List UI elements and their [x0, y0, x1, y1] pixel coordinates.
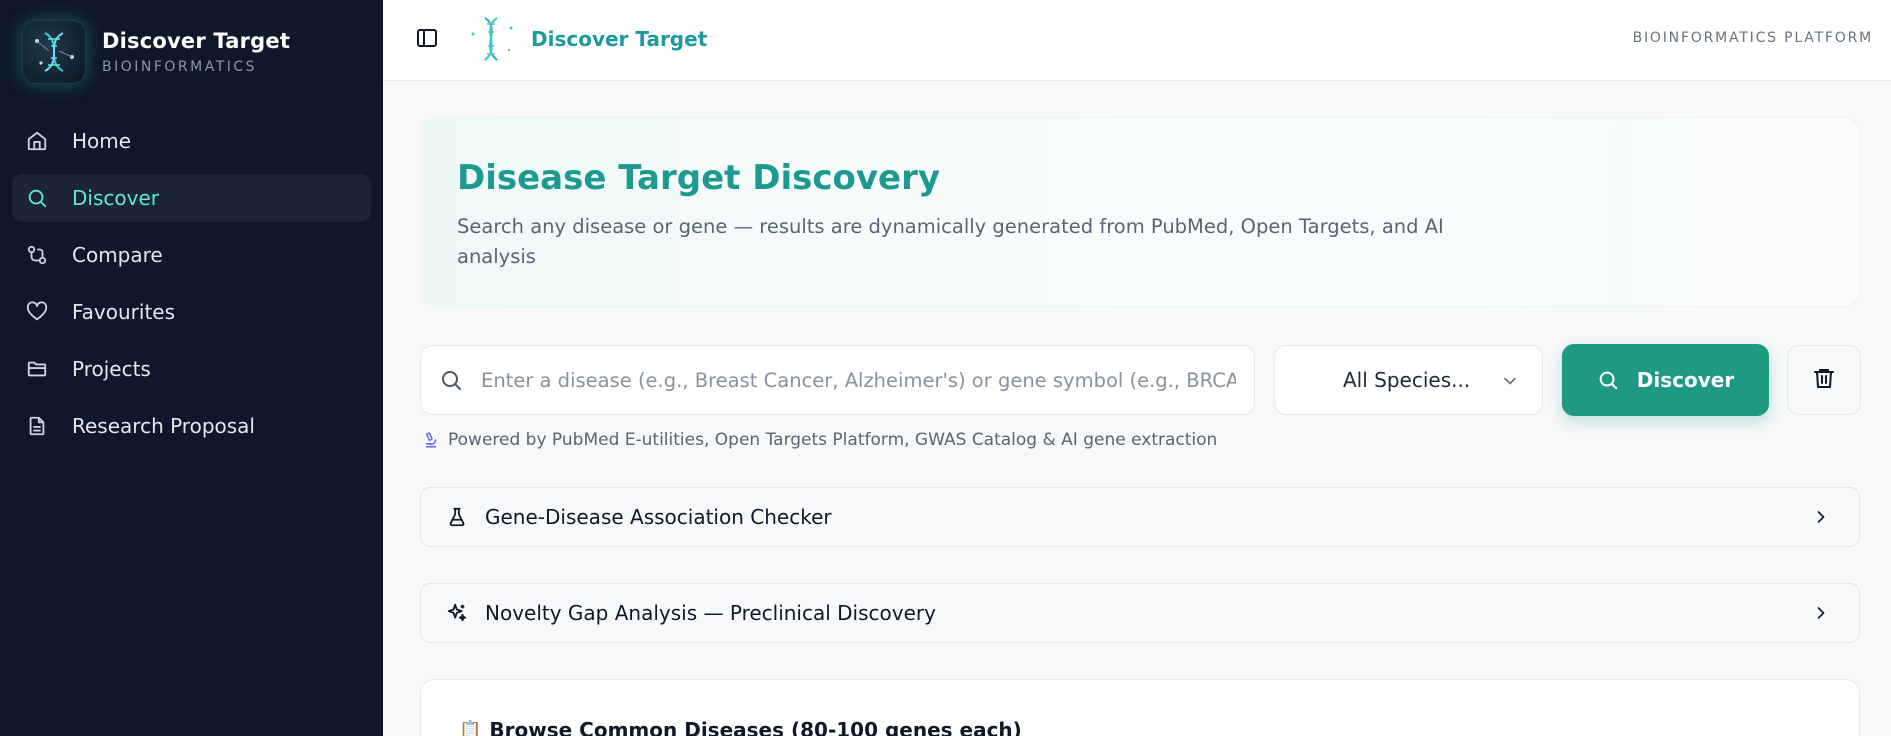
- sidebar-item-home[interactable]: Home: [12, 117, 371, 165]
- novelty-gap-analysis-panel[interactable]: Novelty Gap Analysis — Preclinical Disco…: [420, 583, 1860, 643]
- search-icon: [439, 368, 467, 392]
- search-input[interactable]: [481, 368, 1236, 392]
- gene-disease-checker-panel[interactable]: Gene-Disease Association Checker: [420, 487, 1860, 547]
- sidebar-item-label: Favourites: [72, 300, 176, 324]
- sidebar-item-label: Research Proposal: [72, 414, 255, 438]
- sidebar-item-label: Projects: [72, 357, 151, 381]
- microscope-icon: [422, 431, 440, 449]
- dna-helix-icon: [467, 14, 519, 64]
- page-description: Search any disease or gene — results are…: [457, 215, 1444, 268]
- trash-icon: [1812, 366, 1836, 394]
- panel-label: Novelty Gap Analysis — Preclinical Disco…: [485, 601, 936, 625]
- search-icon: [24, 185, 50, 211]
- sidebar-item-label: Compare: [72, 243, 163, 267]
- sidebar-item-label: Discover: [72, 186, 159, 210]
- brand-title: Discover Target: [102, 29, 291, 53]
- powered-by-text: Powered by PubMed E-utilities, Open Targ…: [448, 430, 1218, 450]
- sidebar: Discover Target BIOINFORMATICS Home Disc…: [0, 0, 383, 736]
- discover-button-label: Discover: [1636, 368, 1735, 392]
- search-box: [420, 345, 1255, 415]
- platform-label: BIOINFORMATICS PLATFORM: [1632, 30, 1873, 46]
- species-selected-value: All Species...: [1343, 368, 1471, 392]
- chevron-down-icon: [1500, 371, 1520, 395]
- sidebar-nav: Home Discover Compare Favourites Project…: [12, 117, 371, 459]
- species-select[interactable]: All Species...: [1274, 345, 1543, 415]
- discover-button[interactable]: Discover: [1562, 344, 1769, 416]
- folder-icon: [24, 356, 50, 382]
- sidebar-item-compare[interactable]: Compare: [12, 231, 371, 279]
- browse-title-text: Browse Common Diseases (80-100 genes eac…: [489, 718, 1022, 736]
- sidebar-item-research-proposal[interactable]: Research Proposal: [12, 402, 371, 450]
- page-title: Disease Target Discovery: [457, 158, 941, 198]
- chevron-right-icon: [1811, 603, 1831, 627]
- panel-label: Gene-Disease Association Checker: [485, 505, 832, 529]
- dna-logo-icon: [22, 20, 86, 84]
- heart-icon: [24, 299, 50, 325]
- header-title[interactable]: Discover Target: [531, 27, 707, 51]
- clear-button[interactable]: [1787, 345, 1861, 415]
- document-icon: [24, 413, 50, 439]
- top-header: Discover Target BIOINFORMATICS PLATFORM: [383, 0, 1891, 81]
- sidebar-item-favourites[interactable]: Favourites: [12, 288, 371, 336]
- browse-title: 📋 Browse Common Diseases (80-100 genes e…: [459, 718, 1022, 736]
- sidebar-item-label: Home: [72, 129, 132, 153]
- home-icon: [24, 128, 50, 154]
- sidebar-item-discover[interactable]: Discover: [12, 174, 371, 222]
- chevron-right-icon: [1811, 507, 1831, 531]
- brand-subtitle: BIOINFORMATICS: [102, 59, 258, 75]
- browse-diseases-card: 📋 Browse Common Diseases (80-100 genes e…: [420, 679, 1860, 736]
- search-icon: [1597, 369, 1619, 391]
- panel-left-icon: [415, 26, 439, 54]
- compare-icon: [24, 242, 50, 268]
- sidebar-brand[interactable]: Discover Target BIOINFORMATICS: [22, 20, 290, 84]
- powered-by-note: Powered by PubMed E-utilities, Open Targ…: [422, 430, 1217, 450]
- sidebar-toggle-button[interactable]: [413, 26, 441, 54]
- clipboard-icon: 📋: [459, 719, 482, 736]
- flask-icon: [445, 506, 469, 528]
- hero-card: Disease Target Discovery Search any dise…: [420, 117, 1860, 307]
- sidebar-item-projects[interactable]: Projects: [12, 345, 371, 393]
- sparkles-icon: [445, 602, 469, 624]
